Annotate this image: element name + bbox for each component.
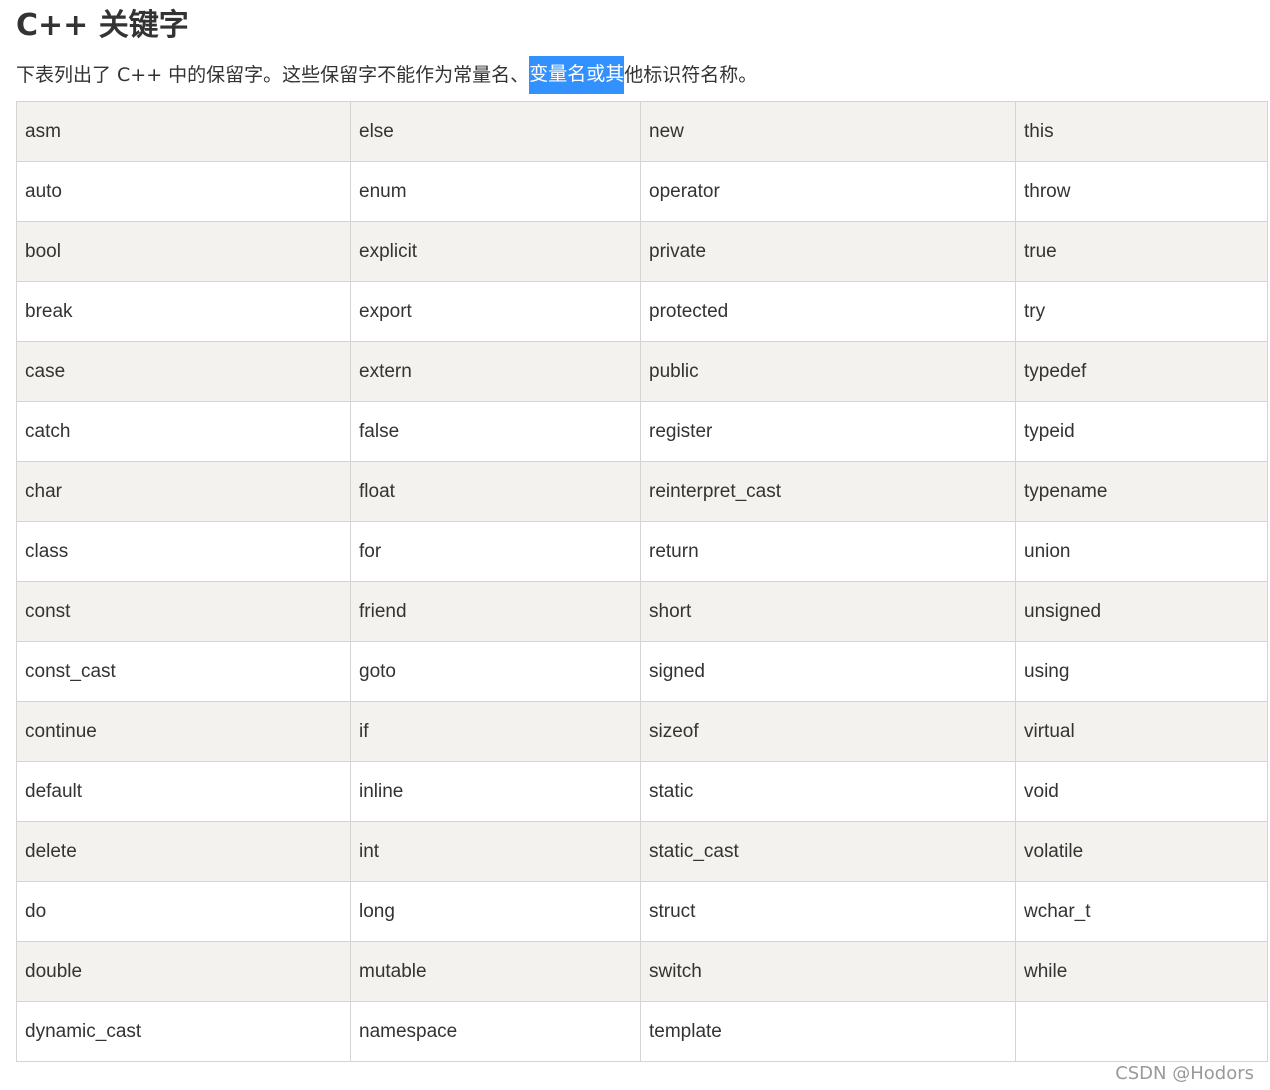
table-row: delete int static_cast volatile [16,821,1268,882]
keyword-cell: union [1015,521,1268,582]
keyword-cell: typedef [1015,341,1268,402]
table-row: case extern public typedef [16,341,1268,402]
keyword-cell: using [1015,641,1268,702]
keyword-cell: continue [16,701,351,762]
keyword-cell: int [350,821,641,882]
keyword-cell: true [1015,221,1268,282]
page-title: C++ 关键字 [16,8,189,43]
keyword-cell: signed [640,641,1016,702]
table-row: auto enum operator throw [16,161,1268,222]
keyword-cell: case [16,341,351,402]
keyword-cell: reinterpret_cast [640,461,1016,522]
keyword-cell: class [16,521,351,582]
keyword-cell: protected [640,281,1016,342]
intro-text-end: 他标识符名称。 [624,64,758,86]
keyword-cell: default [16,761,351,822]
table-row: asm else new this [16,101,1268,162]
intro-paragraph: 下表列出了 C++ 中的保留字。这些保留字不能作为常量名、变量名或其他标识符名称… [16,56,758,94]
table-row: char float reinterpret_cast typename [16,461,1268,522]
keyword-cell: else [350,101,641,162]
keyword-cell [1015,1001,1268,1062]
table-row: const friend short unsigned [16,581,1268,642]
keyword-cell: long [350,881,641,942]
keyword-cell: throw [1015,161,1268,222]
keyword-cell: break [16,281,351,342]
table-row: class for return union [16,521,1268,582]
watermark: CSDN @Hodors [1115,1063,1254,1084]
keyword-cell: operator [640,161,1016,222]
keyword-cell: char [16,461,351,522]
keyword-cell: explicit [350,221,641,282]
keyword-cell: try [1015,281,1268,342]
keyword-cell: template [640,1001,1016,1062]
keywords-table-body: asm else new this auto enum operator throw bool e… [16,101,1268,1062]
intro-text: 下表列出了 C++ 中的保留字。这些保留字不能作为常量名、 [16,64,530,86]
keyword-cell: short [640,581,1016,642]
keyword-cell: export [350,281,641,342]
keyword-cell: switch [640,941,1016,1002]
keyword-cell: dynamic_cast [16,1001,351,1062]
keyword-cell: while [1015,941,1268,1002]
keyword-cell: const [16,581,351,642]
keywords-table: asm else new this auto enum operator throw bool e… [16,101,1268,1062]
keyword-cell: const_cast [16,641,351,702]
keyword-cell: volatile [1015,821,1268,882]
keyword-cell: static [640,761,1016,822]
keyword-cell: catch [16,401,351,462]
keyword-cell: bool [16,221,351,282]
table-row: double mutable switch while [16,941,1268,1002]
keyword-cell: private [640,221,1016,282]
keyword-cell: if [350,701,641,762]
keyword-cell: enum [350,161,641,222]
table-row: dynamic_cast namespace template [16,1001,1268,1062]
keyword-cell: void [1015,761,1268,822]
table-row: break export protected try [16,281,1268,342]
table-row: continue if sizeof virtual [16,701,1268,762]
keyword-cell: this [1015,101,1268,162]
keyword-cell: typeid [1015,401,1268,462]
keyword-cell: mutable [350,941,641,1002]
keyword-cell: do [16,881,351,942]
table-row: do long struct wchar_t [16,881,1268,942]
keyword-cell: struct [640,881,1016,942]
keyword-cell: unsigned [1015,581,1268,642]
keyword-cell: false [350,401,641,462]
table-row: const_cast goto signed using [16,641,1268,702]
keyword-cell: inline [350,761,641,822]
keyword-cell: new [640,101,1016,162]
keyword-cell: delete [16,821,351,882]
keyword-cell: auto [16,161,351,222]
keyword-cell: float [350,461,641,522]
keyword-cell: public [640,341,1016,402]
keyword-cell: static_cast [640,821,1016,882]
keyword-cell: double [16,941,351,1002]
table-row: default inline static void [16,761,1268,822]
keyword-cell: extern [350,341,641,402]
keyword-cell: register [640,401,1016,462]
keyword-cell: typename [1015,461,1268,522]
selected-text[interactable]: 变量名或其 [529,56,625,94]
keyword-cell: goto [350,641,641,702]
table-row: catch false register typeid [16,401,1268,462]
keyword-cell: return [640,521,1016,582]
keyword-cell: wchar_t [1015,881,1268,942]
table-row: bool explicit private true [16,221,1268,282]
keyword-cell: for [350,521,641,582]
keyword-cell: virtual [1015,701,1268,762]
keyword-cell: asm [16,101,351,162]
keyword-cell: namespace [350,1001,641,1062]
keyword-cell: friend [350,581,641,642]
keyword-cell: sizeof [640,701,1016,762]
